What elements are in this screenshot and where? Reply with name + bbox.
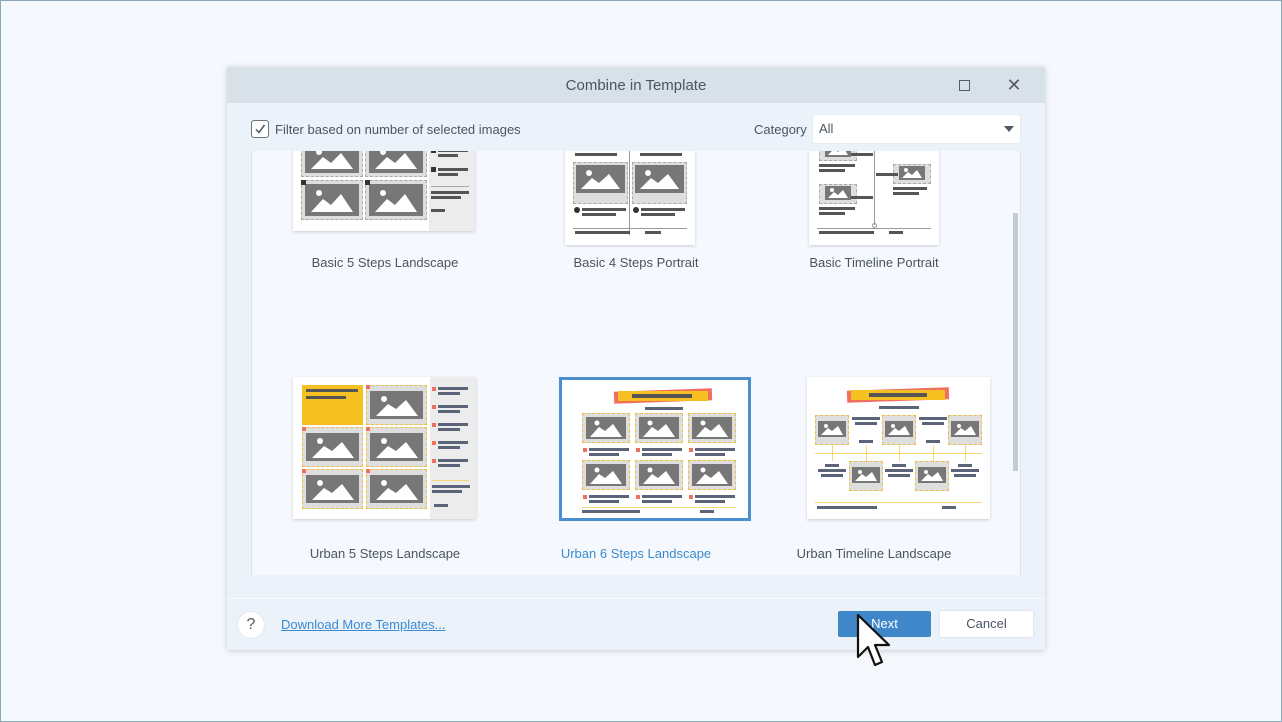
image-placeholder-icon	[586, 417, 626, 439]
template-thumbnail-selected	[559, 377, 751, 521]
image-placeholder-icon	[899, 166, 925, 180]
template-gallery[interactable]: Basic 5 Steps Landscape Basic 4 Steps Po…	[251, 151, 1021, 575]
image-placeholder-icon	[852, 467, 880, 483]
combine-template-dialog: Combine in Template ✕ Filter based on nu…	[227, 67, 1045, 650]
dialog-title: Combine in Template	[565, 77, 707, 94]
close-icon: ✕	[1006, 74, 1022, 95]
checkmark-icon	[255, 124, 266, 134]
image-placeholder-icon	[586, 464, 626, 486]
help-button[interactable]: ?	[238, 612, 264, 638]
category-select[interactable]: All	[813, 115, 1020, 143]
template-basic-4-steps-portrait[interactable]: Basic 4 Steps Portrait	[502, 151, 762, 281]
category-label: Category	[754, 122, 807, 137]
help-icon: ?	[246, 616, 256, 633]
image-placeholder-icon	[692, 417, 732, 439]
image-placeholder-icon	[818, 421, 846, 437]
template-label: Basic 4 Steps Portrait	[573, 255, 699, 270]
template-basic-5-steps-landscape[interactable]: Basic 5 Steps Landscape	[252, 151, 512, 281]
image-placeholder-icon	[692, 464, 732, 486]
template-thumbnail	[293, 151, 475, 231]
image-placeholder-icon	[305, 184, 359, 216]
image-placeholder-icon	[918, 467, 946, 483]
image-placeholder-icon	[951, 421, 979, 437]
template-urban-6-steps-landscape[interactable]: Urban 6 Steps Landscape	[502, 371, 762, 561]
image-placeholder-icon	[305, 151, 359, 173]
template-thumbnail	[807, 377, 990, 519]
image-placeholder-icon	[306, 433, 359, 461]
image-placeholder-icon	[369, 184, 423, 216]
cancel-button[interactable]: Cancel	[940, 611, 1033, 637]
image-placeholder-icon	[576, 165, 625, 193]
footer-divider	[227, 598, 1045, 599]
template-thumbnail	[809, 151, 939, 245]
download-more-templates-link[interactable]: Download More Templates...	[281, 617, 446, 632]
filter-row: Filter based on number of selected image…	[251, 120, 521, 138]
template-urban-timeline-landscape[interactable]: Urban Timeline Landscape	[747, 371, 1007, 561]
template-basic-timeline-portrait[interactable]: Basic Timeline Portrait	[747, 151, 1007, 281]
image-placeholder-icon	[635, 165, 684, 193]
category-value: All	[819, 121, 834, 136]
template-label: Basic Timeline Portrait	[809, 255, 939, 270]
image-placeholder-icon	[306, 475, 359, 503]
image-placeholder-icon	[369, 151, 423, 173]
image-placeholder-icon	[825, 151, 851, 157]
image-placeholder-icon	[370, 433, 423, 461]
template-urban-5-steps-landscape[interactable]: Urban 5 Steps Landscape	[252, 371, 512, 561]
scrollbar-thumb[interactable]	[1013, 213, 1018, 471]
next-button[interactable]: Next	[838, 611, 931, 637]
template-thumbnail	[565, 151, 695, 245]
template-label: Basic 5 Steps Landscape	[311, 255, 459, 270]
template-label-selected: Urban 6 Steps Landscape	[560, 546, 712, 561]
filter-checkbox[interactable]	[251, 120, 269, 138]
title-bar: Combine in Template ✕	[227, 67, 1045, 103]
image-placeholder-icon	[639, 417, 679, 439]
maximize-icon	[958, 79, 970, 91]
image-placeholder-icon	[370, 391, 423, 419]
image-placeholder-icon	[639, 464, 679, 486]
template-label: Urban Timeline Landscape	[796, 546, 952, 561]
image-placeholder-icon	[825, 186, 851, 200]
template-thumbnail	[293, 377, 476, 519]
image-placeholder-icon	[370, 475, 423, 503]
close-button[interactable]: ✕	[1003, 75, 1025, 95]
filter-label: Filter based on number of selected image…	[275, 121, 521, 137]
maximize-button[interactable]	[953, 75, 975, 95]
template-label: Urban 5 Steps Landscape	[309, 546, 461, 561]
caret-down-icon	[1004, 126, 1014, 132]
gallery-scrollbar[interactable]	[1013, 151, 1018, 575]
image-placeholder-icon	[885, 421, 913, 437]
